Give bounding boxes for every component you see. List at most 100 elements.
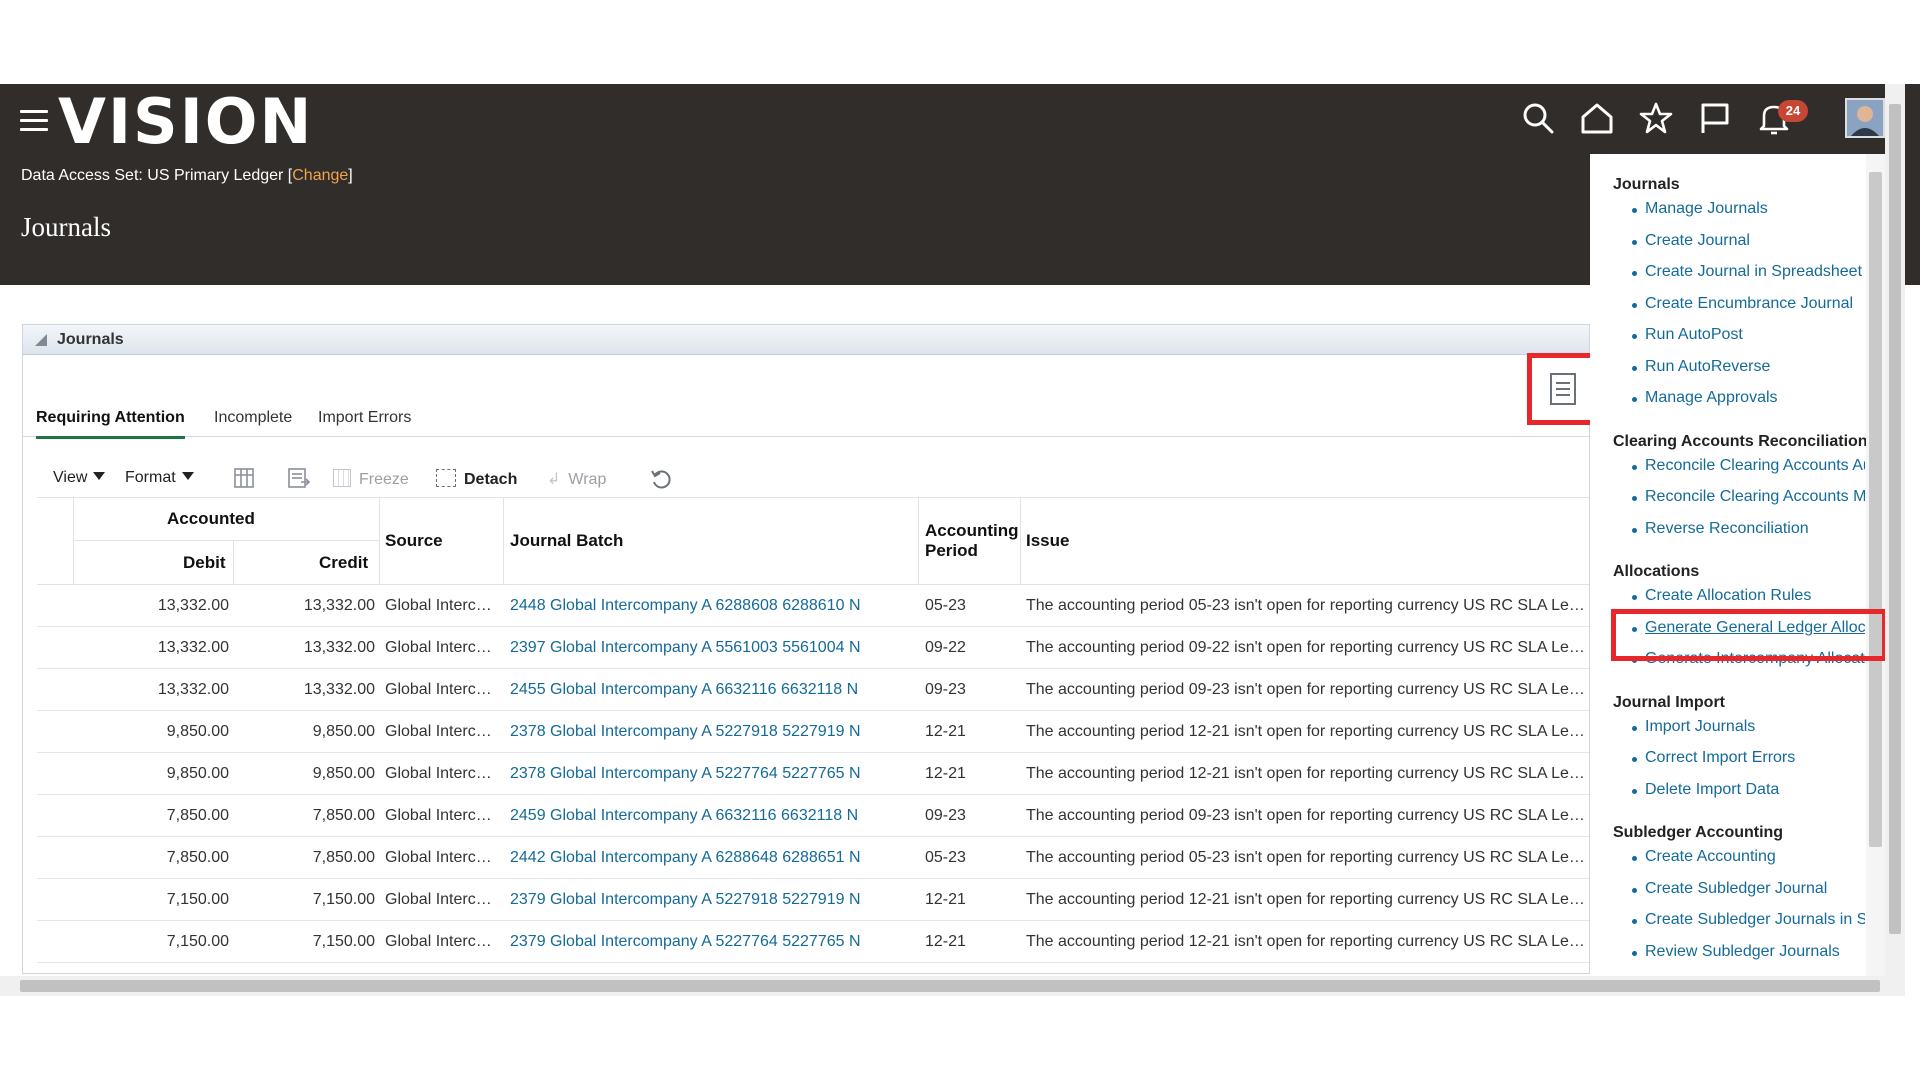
- task-link[interactable]: Reconcile Clearing Accounts Manually: [1645, 488, 1865, 506]
- table-row[interactable]: 7,150.00 7,150.00 Global Intercompany 2379 …: [37, 879, 1589, 921]
- table-row[interactable]: 7,850.00 7,850.00 Global Intercompany 2459 …: [37, 795, 1589, 837]
- table-row[interactable]: 13,332.00 13,332.00 Global Intercompany 244…: [37, 585, 1589, 627]
- hamburger-menu-icon[interactable]: [20, 110, 48, 132]
- page-title: Journals: [21, 212, 111, 242]
- favorites-star-icon[interactable]: [1638, 100, 1674, 136]
- task-link[interactable]: Run AutoReverse: [1645, 358, 1865, 376]
- vertical-scrollbar-thumb[interactable]: [1889, 104, 1901, 934]
- columns-icon[interactable]: [233, 467, 255, 489]
- column-header-issue[interactable]: Issue: [1026, 531, 1069, 551]
- data-access-set: Data Access Set: US Primary Ledger [Chan…: [21, 167, 353, 184]
- issue-cell: The accounting period 09-23 isn't open f…: [1026, 681, 1586, 698]
- table-row[interactable]: 13,332.00 13,332.00 Global Intercompany 245…: [37, 669, 1589, 711]
- export-icon[interactable]: [287, 467, 311, 489]
- bullet-icon: [1632, 856, 1637, 861]
- task-link[interactable]: Manage Approvals: [1645, 389, 1865, 407]
- journal-batch-link[interactable]: 2378 Global Intercompany A 5227918 52279…: [510, 723, 912, 741]
- task-link[interactable]: Reverse Reconciliation: [1645, 520, 1865, 538]
- bullet-icon: [1632, 365, 1637, 371]
- bullet-icon: [1632, 496, 1637, 501]
- task-link[interactable]: Delete Import Data: [1645, 781, 1865, 799]
- column-header-journal-batch[interactable]: Journal Batch: [510, 531, 623, 551]
- vision-logo[interactable]: VISION: [58, 86, 313, 158]
- credit-cell: 7,150.00: [312, 891, 375, 908]
- issue-cell: The accounting period 05-23 isn't open f…: [1026, 597, 1586, 614]
- home-icon[interactable]: [1579, 100, 1615, 136]
- search-icon[interactable]: [1520, 100, 1556, 136]
- bullet-icon: [1632, 464, 1637, 470]
- bullet-icon: [1632, 397, 1637, 402]
- freeze-button[interactable]: Freeze: [333, 469, 409, 489]
- journal-batch-link[interactable]: 2448 Global Intercompany A 6288608 62886…: [510, 597, 912, 615]
- collapse-icon[interactable]: [35, 334, 47, 346]
- bullet-icon: [1632, 950, 1637, 956]
- bullet-icon: [1632, 271, 1637, 276]
- source-cell: Global Intercompany: [385, 639, 497, 656]
- issue-cell: The accounting period 09-23 isn't open f…: [1026, 807, 1586, 824]
- journal-batch-link[interactable]: 2442 Global Intercompany A 6288648 62886…: [510, 849, 912, 867]
- user-photo-icon: [1847, 100, 1883, 136]
- view-menu[interactable]: View: [53, 469, 106, 487]
- column-header-accounting-period[interactable]: Accounting Period: [925, 521, 1025, 561]
- accounted-group-header: Accounted: [167, 509, 255, 528]
- table-row[interactable]: 9,850.00 9,850.00 Global Intercompany 2378 …: [37, 711, 1589, 753]
- detach-button[interactable]: Detach: [436, 469, 517, 489]
- debit-cell: 7,150.00: [166, 891, 229, 908]
- journal-batch-link[interactable]: 2397 Global Intercompany A 5561003 55610…: [510, 639, 912, 657]
- column-header-credit[interactable]: Credit: [319, 553, 368, 573]
- horizontal-scrollbar-thumb[interactable]: [20, 980, 1880, 992]
- table-row[interactable]: 7,850.00 7,850.00 Global Intercompany 2442 …: [37, 837, 1589, 879]
- data-access-value: US Primary Ledger: [147, 167, 284, 184]
- generate-allocations-highlight: [1611, 609, 1887, 661]
- table-row[interactable]: 7,150.00 7,150.00 Global Intercompany 2379 …: [37, 921, 1589, 963]
- refresh-icon[interactable]: [649, 467, 673, 491]
- task-link[interactable]: Create Subledger Journals in Spreadsheet: [1645, 911, 1865, 929]
- column-header-source[interactable]: Source: [385, 531, 443, 551]
- journal-batch-link[interactable]: 2455 Global Intercompany A 6632116 66321…: [510, 681, 912, 699]
- freeze-icon: [333, 469, 351, 487]
- bullet-icon: [1632, 334, 1637, 339]
- tasks-icon[interactable]: [1549, 372, 1577, 406]
- journal-batch-link[interactable]: 2378 Global Intercompany A 5227764 52277…: [510, 765, 912, 783]
- table-row[interactable]: 9,850.00 9,850.00 Global Intercompany 2378 …: [37, 753, 1589, 795]
- task-link[interactable]: Create Encumbrance Journal: [1645, 295, 1865, 313]
- user-avatar[interactable]: [1845, 98, 1885, 138]
- journal-batch-link[interactable]: 2459 Global Intercompany A 6632116 66321…: [510, 807, 912, 825]
- wrap-button[interactable]: ↲ Wrap: [547, 469, 606, 489]
- debit-cell: 7,850.00: [166, 807, 229, 824]
- task-link[interactable]: Create Journal in Spreadsheet: [1645, 263, 1865, 281]
- journal-batch-link[interactable]: 2379 Global Intercompany A 5227918 52279…: [510, 891, 912, 909]
- task-link[interactable]: Correct Import Errors: [1645, 749, 1865, 767]
- task-link[interactable]: Run AutoPost: [1645, 326, 1865, 344]
- task-link[interactable]: Reconcile Clearing Accounts Automaticall…: [1645, 457, 1865, 475]
- vertical-scrollbar[interactable]: [1885, 84, 1905, 976]
- task-link[interactable]: Manage Journals: [1645, 200, 1865, 218]
- bullet-icon: [1632, 757, 1637, 762]
- column-header-debit[interactable]: Debit: [183, 553, 226, 573]
- format-menu[interactable]: Format: [125, 469, 194, 487]
- source-cell: Global Intercompany: [385, 933, 497, 950]
- horizontal-scrollbar[interactable]: [0, 976, 1905, 996]
- task-link[interactable]: Create Subledger Journal: [1645, 880, 1865, 898]
- app-window: VISION Data Access Set: US Primary Ledge…: [0, 0, 1920, 1080]
- task-link[interactable]: Create Allocation Rules: [1645, 587, 1865, 605]
- accounting-period-cell: 09-22: [925, 639, 966, 656]
- task-section-title: Journals: [1613, 176, 1680, 193]
- task-link[interactable]: Import Journals: [1645, 718, 1865, 736]
- change-data-access-link[interactable]: Change: [292, 167, 348, 184]
- table-row[interactable]: 13,332.00 13,332.00 Global Intercompany 239…: [37, 627, 1589, 669]
- debit-cell: 13,332.00: [157, 597, 229, 614]
- credit-cell: 13,332.00: [303, 681, 375, 698]
- tab-requiring-attention[interactable]: Requiring Attention: [36, 409, 185, 439]
- accounting-period-cell: 12-21: [925, 933, 966, 950]
- accounting-period-cell: 05-23: [925, 597, 966, 614]
- tab-incomplete[interactable]: Incomplete: [214, 409, 292, 436]
- watchlist-flag-icon[interactable]: [1697, 100, 1733, 136]
- task-link[interactable]: Review Subledger Journals: [1645, 943, 1865, 961]
- task-link[interactable]: Create Journal: [1645, 232, 1865, 250]
- tab-import-errors[interactable]: Import Errors: [318, 409, 411, 436]
- credit-cell: 7,150.00: [312, 933, 375, 950]
- journal-batch-link[interactable]: 2379 Global Intercompany A 5227764 52277…: [510, 933, 912, 951]
- tasks-panel-scrollbar[interactable]: [1866, 154, 1885, 976]
- task-link[interactable]: Create Accounting: [1645, 848, 1865, 866]
